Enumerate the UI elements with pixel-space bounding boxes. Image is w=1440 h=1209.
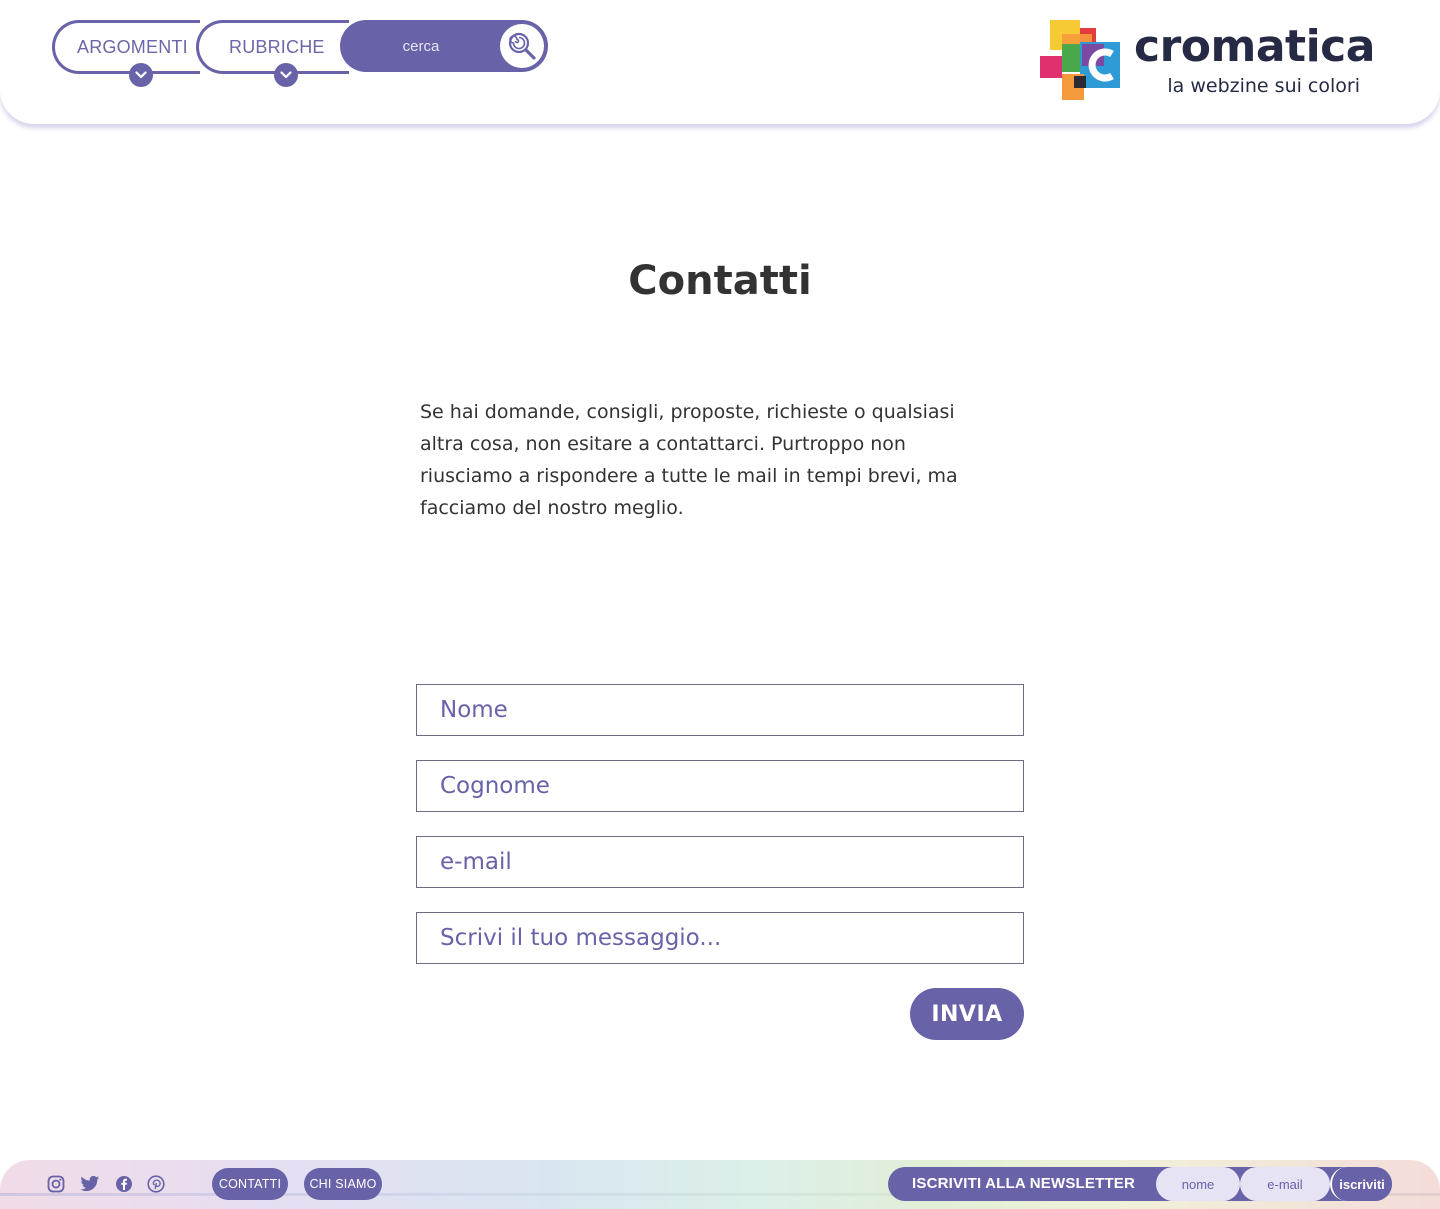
page-title: Contatti [628, 258, 812, 304]
facebook-icon[interactable] [114, 1174, 134, 1194]
newsletter-subscribe-button[interactable]: iscriviti [1330, 1167, 1392, 1201]
newsletter-email-field[interactable] [1240, 1167, 1330, 1201]
footer-link-contacts[interactable]: CONTATTI [212, 1168, 288, 1200]
newsletter-form: ISCRIVITI ALLA NEWSLETTER iscriviti [888, 1167, 1392, 1201]
email-field[interactable] [416, 836, 1024, 888]
logo-wordmark: cromatica [1134, 21, 1375, 72]
chevron-down-icon[interactable] [274, 63, 298, 87]
sections-menu[interactable]: RUBRICHE [196, 20, 349, 87]
newsletter-name-field[interactable] [1156, 1167, 1240, 1201]
site-header: ARGOMENTI RUBRICHE cerca cromatica la we… [0, 0, 1440, 124]
newsletter-title: ISCRIVITI ALLA NEWSLETTER [912, 1175, 1136, 1192]
first-name-field[interactable] [416, 684, 1024, 736]
topics-menu[interactable]: ARGOMENTI [52, 20, 200, 87]
message-field[interactable] [416, 912, 1024, 964]
sections-menu-label: RUBRICHE [229, 36, 325, 57]
search-input[interactable] [340, 20, 490, 72]
logo-tagline: la webzine sui colori [1167, 75, 1360, 97]
topics-menu-label: ARGOMENTI [77, 36, 188, 57]
instagram-icon[interactable] [46, 1174, 66, 1194]
site-footer: CONTATTI CHI SIAMO ISCRIVITI ALLA NEWSLE… [0, 1160, 1440, 1209]
footer-link-about[interactable]: CHI SIAMO [304, 1168, 382, 1200]
twitter-icon[interactable] [80, 1174, 100, 1194]
search-button[interactable] [500, 24, 544, 68]
search-bar [340, 20, 548, 72]
logo-mark-icon [1040, 20, 1120, 100]
send-button[interactable]: INVIA [910, 988, 1024, 1040]
chevron-down-icon[interactable] [129, 63, 153, 87]
pinterest-icon[interactable] [146, 1174, 166, 1194]
search-icon [508, 32, 536, 60]
last-name-field[interactable] [416, 760, 1024, 812]
site-logo[interactable]: cromatica la webzine sui colori [1038, 18, 1375, 104]
intro-text: Se hai domande, consigli, proposte, rich… [420, 401, 958, 519]
